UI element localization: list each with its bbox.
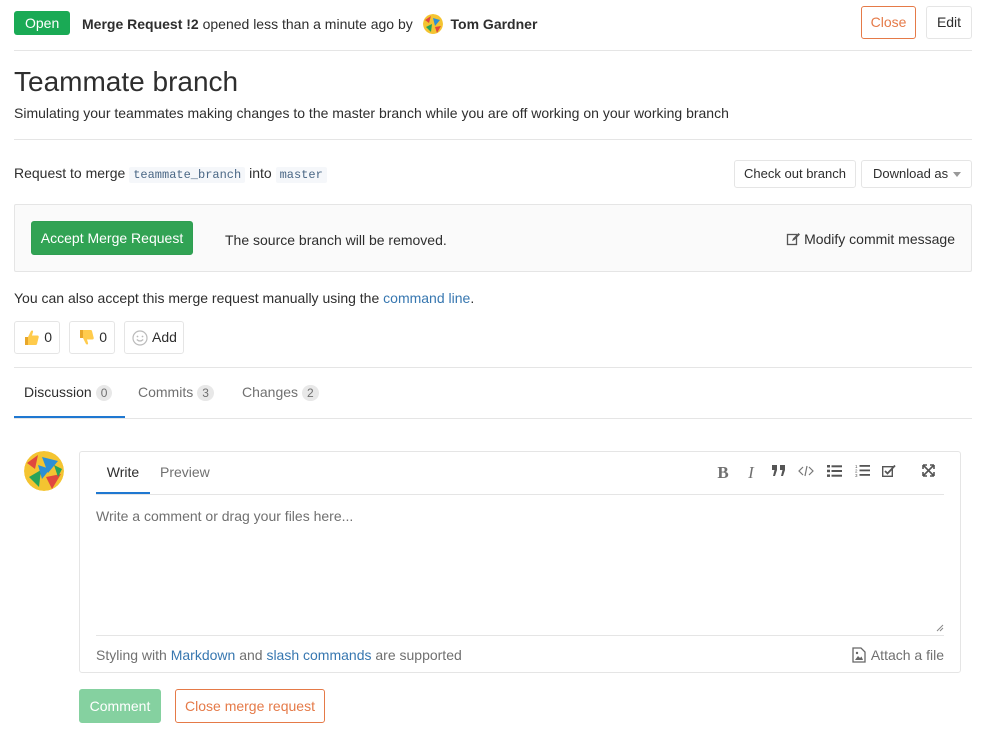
comment-submit-button[interactable]: Comment	[79, 689, 161, 723]
checkout-branch-button[interactable]: Check out branch	[734, 160, 856, 188]
manual-suffix: .	[470, 290, 475, 306]
author-avatar[interactable]	[422, 14, 443, 34]
slash-commands-link[interactable]: slash commands	[266, 647, 371, 663]
download-as-dropdown[interactable]: Download as	[861, 160, 972, 188]
tab-write[interactable]: Write	[96, 452, 150, 494]
mr-tabs: Discussion 0 Commits 3 Changes 2	[14, 367, 972, 419]
tab-discussion[interactable]: Discussion 0	[14, 368, 125, 418]
thumbsup-count: 0	[44, 329, 52, 345]
close-merge-request-button[interactable]: Close merge request	[175, 689, 325, 723]
command-line-link[interactable]: command line	[383, 290, 470, 306]
comment-footer: Styling with Markdown and slash commands…	[96, 635, 944, 673]
into-text: into	[249, 165, 272, 181]
tab-preview[interactable]: Preview	[160, 452, 210, 494]
markdown-toolbar: B I 123	[704, 464, 944, 484]
accept-merge-button[interactable]: Accept Merge Request	[31, 221, 193, 255]
hint-and: and	[239, 647, 263, 663]
markdown-hint: Styling with Markdown and slash commands…	[96, 647, 462, 663]
user-avatar[interactable]	[24, 451, 64, 491]
comment-textarea[interactable]: Write a comment or drag your files here.…	[96, 508, 353, 524]
bullet-list-icon[interactable]	[825, 464, 843, 482]
manual-merge-text: You can also accept this merge request m…	[14, 290, 474, 306]
source-branch[interactable]: teammate_branch	[129, 167, 246, 183]
smiley-icon	[132, 330, 148, 346]
add-award-label: Add	[152, 329, 177, 345]
bold-icon[interactable]: B	[714, 464, 732, 482]
add-award-button[interactable]: Add	[124, 321, 184, 354]
tab-discussion-count: 0	[95, 385, 113, 401]
divider	[14, 139, 972, 140]
tab-changes[interactable]: Changes 2	[242, 368, 319, 418]
modify-commit-message-link[interactable]: Modify commit message	[786, 231, 955, 247]
code-icon[interactable]	[797, 464, 815, 482]
edit-icon	[786, 233, 801, 246]
thumbsdown-count: 0	[99, 329, 107, 345]
thumbsdown-award-button[interactable]: 0	[69, 321, 115, 354]
branch-removal-note: The source branch will be removed.	[225, 232, 447, 248]
thumbsup-award-button[interactable]: 0	[14, 321, 60, 354]
italic-icon[interactable]: I	[742, 464, 760, 482]
opened-text: opened less than a minute ago by	[202, 16, 413, 32]
comment-editor: Write Preview B I 123 Write a comment or…	[79, 451, 961, 673]
tab-commits-label: Commits	[138, 384, 194, 400]
target-branch[interactable]: master	[275, 167, 327, 183]
markdown-link[interactable]: Markdown	[171, 647, 236, 663]
tab-discussion-label: Discussion	[24, 384, 92, 400]
image-icon	[852, 647, 866, 663]
request-prefix: Request to merge	[14, 165, 126, 181]
edit-button[interactable]: Edit	[926, 6, 972, 39]
markdown-tabs: Write Preview B I 123	[96, 452, 944, 495]
attach-file-button[interactable]: Attach a file	[852, 647, 944, 663]
tab-changes-label: Changes	[242, 384, 299, 400]
tab-commits[interactable]: Commits 3	[138, 368, 214, 418]
quote-icon[interactable]	[770, 464, 788, 482]
svg-text:3: 3	[855, 473, 858, 477]
attach-label: Attach a file	[870, 647, 944, 663]
chevron-down-icon	[953, 172, 961, 177]
fullscreen-icon[interactable]	[919, 464, 937, 482]
merge-branches: Request to merge teammate_branch into ma…	[14, 165, 327, 183]
thumbsup-icon	[25, 330, 39, 345]
download-label: Download as	[873, 166, 949, 181]
mr-header: Open Merge Request !2 opened less than a…	[14, 6, 972, 51]
modify-label: Modify commit message	[804, 231, 955, 247]
close-button[interactable]: Close	[861, 6, 916, 39]
author-name[interactable]: Tom Gardner	[451, 16, 538, 32]
hint-prefix: Styling with	[96, 647, 167, 663]
merge-widget: Accept Merge Request The source branch w…	[14, 204, 972, 272]
tab-changes-count: 2	[302, 385, 319, 401]
mr-meta: Merge Request !2 opened less than a minu…	[82, 14, 537, 34]
thumbsdown-icon	[80, 330, 94, 345]
tab-commits-count: 3	[197, 385, 214, 401]
mr-reference: Merge Request !2	[82, 16, 199, 32]
numbered-list-icon[interactable]: 123	[853, 464, 871, 482]
task-list-icon[interactable]	[880, 464, 898, 482]
manual-prefix: You can also accept this merge request m…	[14, 290, 380, 306]
resize-handle-icon[interactable]	[936, 624, 944, 632]
mr-description: Simulating your teammates making changes…	[14, 105, 729, 121]
page-title: Teammate branch	[14, 66, 239, 97]
hint-suffix: are supported	[375, 647, 462, 663]
status-badge: Open	[14, 11, 71, 35]
